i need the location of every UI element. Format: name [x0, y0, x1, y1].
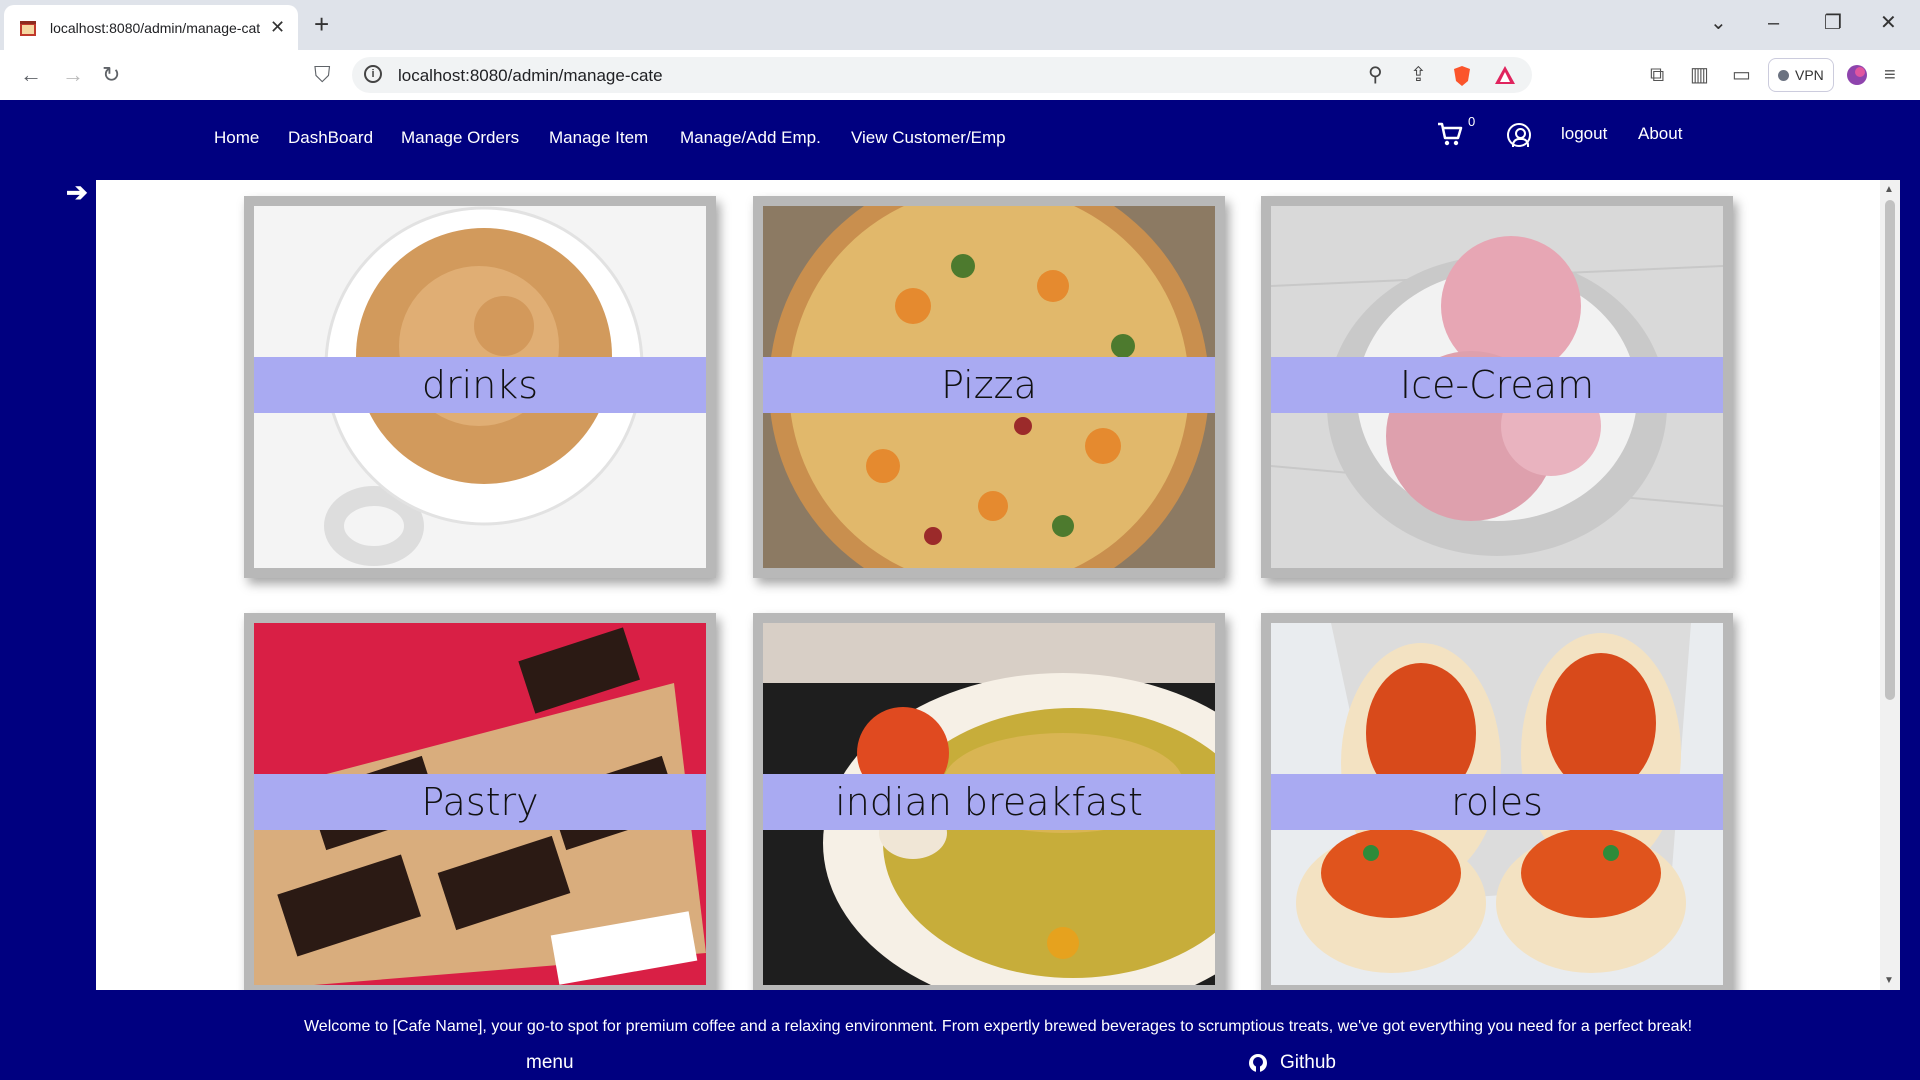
close-tab-icon[interactable]: ✕	[270, 17, 285, 37]
nav-view-customer-link[interactable]: View Customer/Emp	[851, 128, 1006, 148]
category-card-ice-cream[interactable]: Ice-Cream	[1261, 196, 1733, 578]
site-info-icon[interactable]: i	[364, 65, 382, 83]
footer-welcome-text: Welcome to [Cafe Name], your go-to spot …	[303, 1018, 1693, 1035]
restore-icon[interactable]: ❐	[1824, 10, 1842, 36]
scroll-up-arrow-icon[interactable]: ▲	[1884, 184, 1894, 195]
zoom-icon[interactable]: ⚲	[1368, 63, 1383, 87]
category-label: Pastry	[254, 774, 706, 830]
bookmark-icon[interactable]: ⛉	[314, 62, 331, 88]
extensions-icon[interactable]: ⧉	[1650, 62, 1664, 88]
back-icon[interactable]: ←	[20, 62, 42, 88]
category-label: Pizza	[763, 357, 1215, 413]
nav-home-link[interactable]: Home	[214, 128, 259, 148]
category-card-pizza[interactable]: Pizza	[753, 196, 1225, 578]
browser-tab[interactable]: localhost:8080/admin/manage-cate ✕	[4, 5, 298, 50]
nav-manage-orders-link[interactable]: Manage Orders	[401, 128, 519, 148]
minimize-icon[interactable]: –	[1768, 10, 1779, 36]
browser-tabbar: localhost:8080/admin/manage-cate ✕ + ⌄ –…	[0, 0, 1920, 50]
category-label: Ice-Cream	[1271, 357, 1723, 413]
site-favicon-icon	[20, 21, 36, 36]
nav-dashboard-link[interactable]: DashBoard	[288, 128, 373, 148]
reload-icon[interactable]: ↻	[102, 62, 120, 88]
share-icon[interactable]: ⇪	[1410, 63, 1427, 87]
category-card-drinks[interactable]: drinks	[244, 196, 716, 578]
wallet-icon[interactable]: ▭	[1732, 62, 1751, 88]
category-card-roles[interactable]: roles	[1261, 613, 1733, 990]
forward-icon[interactable]: →	[62, 62, 84, 88]
github-icon[interactable]	[1248, 1053, 1268, 1073]
logout-link[interactable]: logout	[1561, 124, 1607, 144]
category-card-indian-breakfast[interactable]: indian breakfast	[753, 613, 1225, 990]
close-window-icon[interactable]: ✕	[1880, 10, 1897, 36]
scroll-thumb[interactable]	[1885, 200, 1895, 700]
sidebar-toggle-arrow-icon[interactable]: ➔	[66, 178, 88, 206]
user-account-icon[interactable]	[1507, 123, 1531, 147]
vpn-button[interactable]: VPN	[1768, 58, 1834, 92]
scroll-down-arrow-icon[interactable]: ▼	[1884, 975, 1894, 986]
sidebar-icon[interactable]: ▥	[1690, 62, 1709, 88]
browser-toolbar: ← → ↻ ⛉ i localhost:8080/admin/manage-ca…	[0, 50, 1920, 100]
leo-ai-icon[interactable]	[1846, 64, 1868, 86]
tab-search-chevron-icon[interactable]: ⌄	[1710, 10, 1727, 36]
url-text[interactable]: localhost:8080/admin/manage-cate	[398, 66, 663, 86]
address-bar[interactable]: i localhost:8080/admin/manage-cate ⚲ ⇪	[352, 57, 1532, 93]
about-link[interactable]: About	[1638, 124, 1682, 144]
nav-manage-emp-link[interactable]: Manage/Add Emp.	[680, 128, 821, 148]
category-card-pastry[interactable]: Pastry	[244, 613, 716, 990]
cart-count-badge: 0	[1468, 114, 1476, 129]
cart-icon[interactable]	[1436, 120, 1464, 148]
brave-rewards-icon[interactable]	[1494, 65, 1516, 85]
category-label: roles	[1271, 774, 1723, 830]
category-label: indian breakfast	[763, 774, 1215, 830]
nav-manage-item-link[interactable]: Manage Item	[549, 128, 648, 148]
category-panel: drinks Pizza Ice-Cream Pastry indian bre…	[96, 180, 1900, 990]
category-label: drinks	[254, 357, 706, 413]
footer-menu-link[interactable]: menu	[526, 1052, 574, 1074]
site-root: Home DashBoard Manage Orders Manage Item…	[0, 100, 1900, 1080]
panel-scrollbar[interactable]: ▲ ▼	[1880, 180, 1900, 990]
browser-menu-icon[interactable]: ≡	[1884, 62, 1896, 88]
new-tab-icon[interactable]: +	[314, 10, 329, 38]
footer-github-link[interactable]: Github	[1280, 1052, 1336, 1074]
tab-title: localhost:8080/admin/manage-cate	[50, 20, 260, 36]
brave-shield-icon[interactable]	[1452, 65, 1472, 87]
